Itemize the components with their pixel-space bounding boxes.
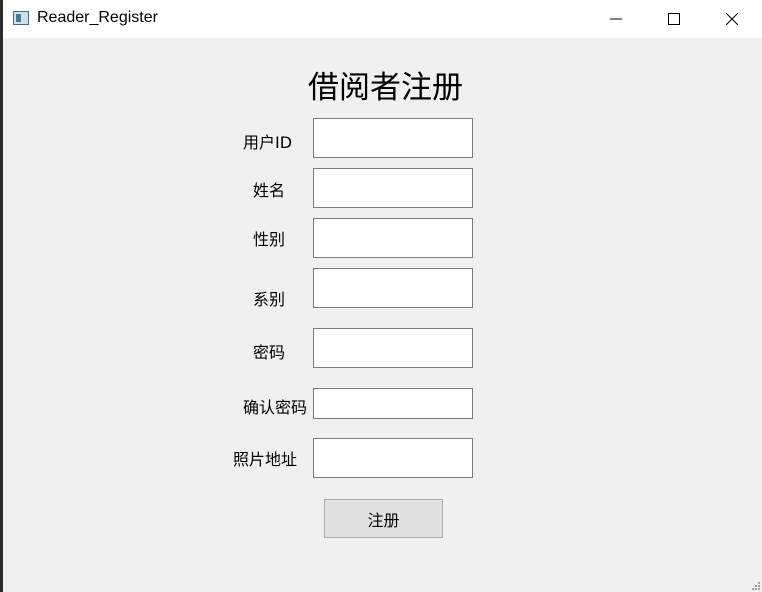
name-input[interactable] bbox=[313, 168, 473, 208]
department-label: 系别 bbox=[253, 290, 286, 309]
window-title: Reader_Register bbox=[37, 9, 158, 26]
maximize-button[interactable] bbox=[645, 0, 703, 38]
app-window-icon bbox=[13, 11, 29, 25]
department-input[interactable] bbox=[313, 268, 473, 308]
close-button[interactable] bbox=[703, 0, 761, 38]
minimize-button[interactable] bbox=[587, 0, 645, 38]
resize-grip-icon[interactable] bbox=[752, 582, 760, 590]
name-label: 姓名 bbox=[253, 181, 286, 200]
gender-input[interactable] bbox=[313, 218, 473, 258]
maximize-icon bbox=[668, 13, 680, 25]
photo-path-input[interactable] bbox=[313, 438, 473, 478]
password-input[interactable] bbox=[313, 328, 473, 368]
page-title: 借阅者注册 bbox=[308, 70, 463, 106]
confirm-password-input[interactable] bbox=[313, 388, 473, 419]
password-label: 密码 bbox=[253, 343, 286, 362]
user-id-label: 用户ID bbox=[243, 133, 293, 152]
gender-label: 性别 bbox=[253, 230, 286, 249]
confirm-password-label: 确认密码 bbox=[243, 398, 308, 417]
close-icon bbox=[726, 13, 738, 25]
title-bar[interactable]: Reader_Register bbox=[3, 0, 762, 38]
photo-path-label: 照片地址 bbox=[233, 450, 298, 469]
minimize-icon bbox=[610, 18, 622, 20]
user-id-input[interactable] bbox=[313, 118, 473, 158]
register-button[interactable]: 注册 bbox=[324, 499, 443, 538]
reader-register-window: Reader_Register 借阅者注册 用户ID 姓名 性别 系别 密码 确… bbox=[3, 0, 762, 592]
